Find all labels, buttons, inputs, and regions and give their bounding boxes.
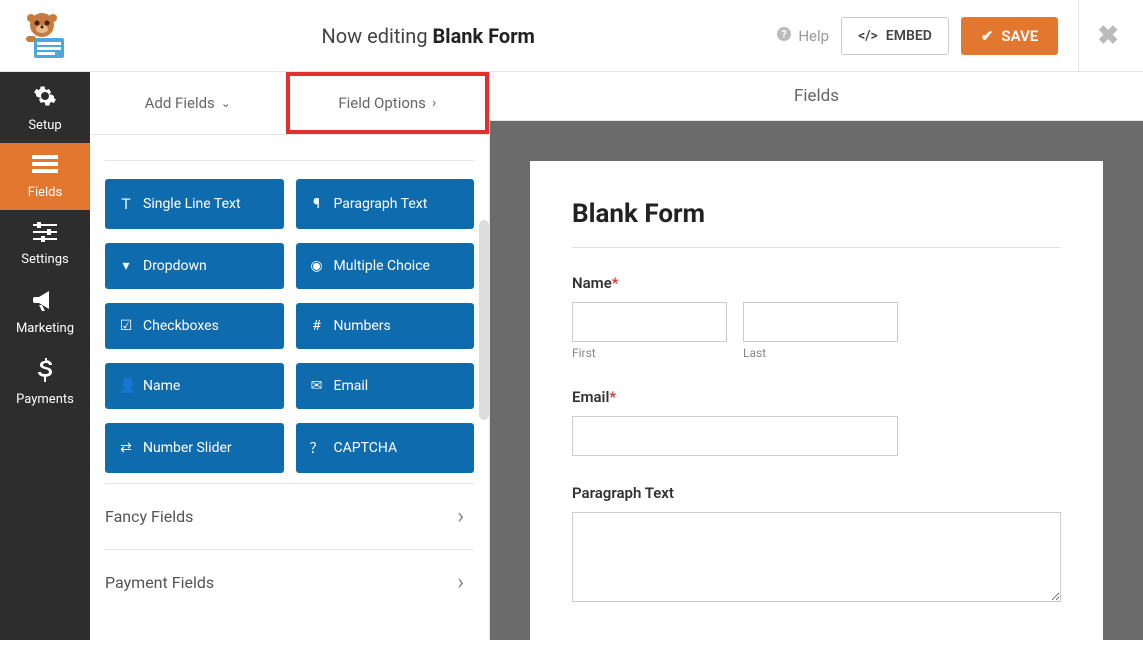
required-asterisk: * [609, 388, 616, 406]
field-captcha[interactable]: ？CAPTCHA [296, 423, 475, 473]
form-card: Blank Form Name* First Last [530, 161, 1103, 672]
nav-marketing[interactable]: Marketing [0, 277, 90, 346]
name-label: Name* [572, 274, 1061, 292]
code-icon: </> [858, 28, 878, 44]
bullhorn-icon [33, 289, 57, 317]
close-button[interactable]: ✖ [1078, 0, 1125, 72]
fields-panel: Add Fields ⌄ Field Options › ＴSingle Lin… [90, 72, 490, 640]
nav-setup[interactable]: Setup [0, 72, 90, 143]
last-sublabel: Last [743, 346, 898, 360]
field-multiple-choice[interactable]: ◉Multiple Choice [296, 243, 475, 289]
envelope-icon: ✉ [310, 378, 324, 394]
first-sublabel: First [572, 346, 727, 360]
first-name-input[interactable] [572, 302, 727, 342]
field-dropdown[interactable]: ▾Dropdown [105, 243, 284, 289]
required-asterisk: * [612, 274, 619, 292]
user-icon: 👤 [119, 378, 133, 394]
field-groups: Fancy Fields › Payment Fields › [105, 483, 474, 615]
help-icon: ? [776, 26, 792, 46]
question-circle-icon: ？ [310, 438, 324, 458]
field-paragraph-preview[interactable]: Paragraph Text [572, 484, 1061, 606]
list-icon [32, 155, 58, 181]
embed-button[interactable]: </> EMBED [841, 17, 949, 55]
slider-icon: ⇄ [119, 440, 133, 456]
field-paragraph-text[interactable]: ¶Paragraph Text [296, 179, 475, 229]
field-name-preview[interactable]: Name* First Last [572, 274, 1061, 360]
field-email[interactable]: ✉Email [296, 363, 475, 409]
caret-down-square-icon: ▾ [119, 258, 133, 274]
app-header: Now editing Blank Form ? Help </> EMBED … [0, 0, 1143, 72]
field-numbers[interactable]: #Numbers [296, 303, 475, 349]
chevron-right-icon: › [457, 504, 474, 529]
check-icon: ✔ [981, 27, 994, 45]
dollar-icon [37, 358, 53, 388]
gear-icon [33, 84, 57, 114]
chevron-down-icon: ⌄ [221, 96, 231, 110]
preview-section-title: Fields [490, 72, 1143, 121]
tab-field-options[interactable]: Field Options › [286, 72, 490, 134]
sliders-icon [33, 222, 57, 248]
chevron-right-icon: › [432, 95, 436, 111]
group-fancy-fields[interactable]: Fancy Fields › [105, 483, 474, 549]
field-email-preview[interactable]: Email* [572, 388, 1061, 456]
help-link[interactable]: ? Help [776, 26, 829, 46]
dot-circle-icon: ◉ [310, 258, 324, 274]
check-square-icon: ☑ [119, 318, 133, 334]
sidebar-nav: Setup Fields Settings Marketing Payments [0, 72, 90, 640]
hash-icon: # [310, 318, 324, 334]
form-title: Blank Form [572, 199, 1061, 229]
nav-settings[interactable]: Settings [0, 210, 90, 277]
paragraph-textarea[interactable] [572, 512, 1061, 602]
field-name[interactable]: 👤Name [105, 363, 284, 409]
paragraph-label: Paragraph Text [572, 484, 1061, 502]
svg-text:?: ? [782, 28, 788, 41]
paragraph-icon: ¶ [310, 196, 324, 212]
editing-title: Now editing Blank Form [80, 24, 776, 48]
panel-tabs: Add Fields ⌄ Field Options › [90, 72, 489, 135]
field-checkboxes[interactable]: ☑Checkboxes [105, 303, 284, 349]
form-preview: Fields Blank Form Name* First Last [490, 72, 1143, 640]
tab-add-fields[interactable]: Add Fields ⌄ [90, 72, 286, 134]
field-single-line-text[interactable]: ＴSingle Line Text [105, 179, 284, 229]
nav-fields[interactable]: Fields [0, 143, 90, 210]
save-button[interactable]: ✔ SAVE [961, 17, 1058, 55]
divider [572, 247, 1061, 248]
group-payment-fields[interactable]: Payment Fields › [105, 549, 474, 615]
scrollbar[interactable] [479, 220, 489, 420]
email-input[interactable] [572, 416, 898, 456]
email-label: Email* [572, 388, 1061, 406]
chevron-right-icon: › [457, 570, 474, 595]
field-number-slider[interactable]: ⇄Number Slider [105, 423, 284, 473]
text-icon: Ｔ [119, 194, 133, 214]
standard-fields-grid: ＴSingle Line Text ¶Paragraph Text ▾Dropd… [105, 160, 474, 473]
last-name-input[interactable] [743, 302, 898, 342]
header-actions: ? Help </> EMBED ✔ SAVE ✖ [776, 0, 1143, 72]
nav-payments[interactable]: Payments [0, 346, 90, 417]
app-logo [10, 6, 80, 66]
